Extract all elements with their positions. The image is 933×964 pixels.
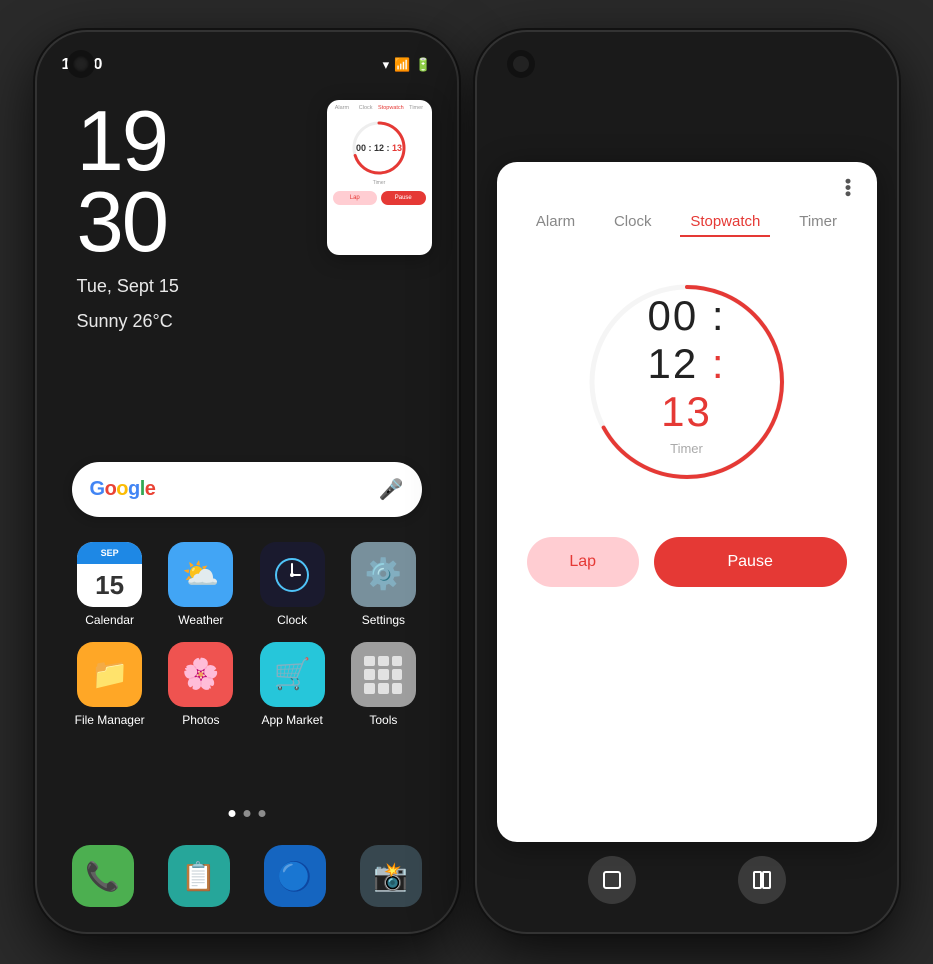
status-icons-left: ▾ 📶 🔋	[383, 57, 432, 73]
calendar-icon: SEP 15	[77, 542, 142, 607]
action-buttons: Lap Pause	[497, 512, 877, 607]
dock-phone-icon[interactable]: 📞	[72, 845, 134, 907]
recents-button[interactable]	[588, 856, 636, 904]
calendar-label: Calendar	[85, 613, 134, 627]
clock-svg	[272, 555, 312, 595]
widget-pause-button[interactable]: Pause	[381, 191, 426, 205]
lap-button[interactable]: Lap	[527, 537, 639, 587]
big-weather: Sunny 26°C	[77, 309, 179, 334]
status-bar-left: 19:30 ▾ 📶 🔋	[37, 32, 457, 82]
stopwatch-display: 00 : 12 : 13 Timer	[497, 252, 877, 512]
tab-clock[interactable]: Clock	[604, 208, 662, 237]
stopwatch-label: Timer	[632, 441, 742, 456]
dot-3	[258, 810, 265, 817]
app-item-tools[interactable]: Tools	[345, 642, 421, 727]
tab-stopwatch[interactable]: Stopwatch	[680, 208, 770, 237]
floating-stopwatch-widget[interactable]: Alarm Clock Stopwatch Timer 00 : 12 : 13	[327, 100, 432, 255]
stopwatch-time-text: 00 : 12 : 13	[632, 292, 742, 436]
app-item-clock[interactable]: Clock	[254, 542, 330, 627]
dot-2	[243, 810, 250, 817]
nav-buttons-right	[477, 856, 897, 904]
settings-icon: ⚙️	[351, 542, 416, 607]
dock: 📞 📋 🔵 📸	[72, 845, 422, 907]
clock-label: Clock	[277, 613, 307, 627]
weather-icon: ⛅	[168, 542, 233, 607]
split-icon	[751, 869, 773, 891]
app-grid: SEP 15 Calendar ⛅ Weather	[72, 542, 422, 727]
app-item-settings[interactable]: ⚙️ Settings	[345, 542, 421, 627]
stopwatch-time-display: 00 : 12 : 13 Timer	[632, 292, 742, 456]
google-logo: Google	[90, 478, 156, 501]
battery-icon: 🔋	[415, 57, 431, 73]
page-dots	[228, 810, 265, 817]
tools-label: Tools	[369, 713, 397, 727]
widget-tab-clock[interactable]: Clock	[354, 105, 377, 111]
big-time-hour: 19	[77, 102, 179, 183]
sep1: :	[698, 292, 725, 339]
clock-app-panel: ••• Alarm Clock Stopwatch Timer	[497, 162, 877, 842]
filemanager-label: File Manager	[75, 713, 145, 727]
widget-timer-display: 00 : 12 : 13	[327, 114, 432, 182]
wifi-icon: ▾	[383, 57, 390, 73]
app-item-weather[interactable]: ⛅ Weather	[163, 542, 239, 627]
big-time-display: 19 30 Tue, Sept 15 Sunny 26°C	[77, 102, 179, 334]
sep2: :	[698, 340, 725, 387]
dock-camera-icon[interactable]: 📸	[360, 845, 422, 907]
photos-icon: 🌸	[168, 642, 233, 707]
google-search-bar[interactable]: Google 🎤	[72, 462, 422, 517]
widget-tab-timer[interactable]: Timer	[405, 105, 428, 111]
recents-icon	[601, 869, 623, 891]
widget-lap-button[interactable]: Lap	[333, 191, 378, 205]
app-item-filemanager[interactable]: 📁 File Manager	[72, 642, 148, 727]
app-item-appmarket[interactable]: 🛒 App Market	[254, 642, 330, 727]
widget-time-text: 00 : 12 : 13	[356, 143, 402, 153]
photos-label: Photos	[182, 713, 219, 727]
big-time-minute: 30	[77, 183, 179, 264]
appmarket-label: App Market	[261, 713, 322, 727]
widget-tab-alarm[interactable]: Alarm	[331, 105, 354, 111]
app-item-photos[interactable]: 🌸 Photos	[163, 642, 239, 727]
tab-timer[interactable]: Timer	[789, 208, 847, 237]
camera-right	[507, 50, 535, 78]
clock-app-icon	[260, 542, 325, 607]
phone-right: ••• Alarm Clock Stopwatch Timer	[477, 32, 897, 932]
split-button[interactable]	[738, 856, 786, 904]
signal-icon: 📶	[394, 57, 410, 73]
more-options-icon[interactable]: •••	[837, 178, 858, 197]
settings-label: Settings	[362, 613, 405, 627]
widget-action-buttons: Lap Pause	[327, 186, 432, 209]
pause-button[interactable]: Pause	[654, 537, 847, 587]
camera-left	[67, 50, 95, 78]
appmarket-icon: 🛒	[260, 642, 325, 707]
phone-left: 19:30 ▾ 📶 🔋 19 30 Tue, Sept 15 Sunny 26°…	[37, 32, 457, 932]
clock-app-header: •••	[497, 162, 877, 203]
dot-1	[228, 810, 235, 817]
app-item-calendar[interactable]: SEP 15 Calendar	[72, 542, 148, 627]
tools-icon	[351, 642, 416, 707]
dock-notes-icon[interactable]: 📋	[168, 845, 230, 907]
weather-label: Weather	[178, 613, 223, 627]
dock-browser-icon[interactable]: 🔵	[264, 845, 326, 907]
clock-app-tabs: Alarm Clock Stopwatch Timer	[497, 203, 877, 252]
widget-circle: 00 : 12 : 13	[349, 118, 409, 178]
filemanager-icon: 📁	[77, 642, 142, 707]
tab-alarm[interactable]: Alarm	[526, 208, 585, 237]
stopwatch-circle: 00 : 12 : 13 Timer	[577, 272, 797, 492]
widget-tabs: Alarm Clock Stopwatch Timer	[327, 100, 432, 114]
widget-tab-stopwatch[interactable]: Stopwatch	[378, 105, 404, 111]
microphone-icon[interactable]: 🎤	[379, 477, 404, 502]
stopwatch-seconds: 13	[661, 388, 712, 435]
stopwatch-minutes: 12	[647, 340, 698, 387]
big-date: Tue, Sept 15	[77, 274, 179, 299]
stopwatch-hours: 00	[647, 292, 698, 339]
